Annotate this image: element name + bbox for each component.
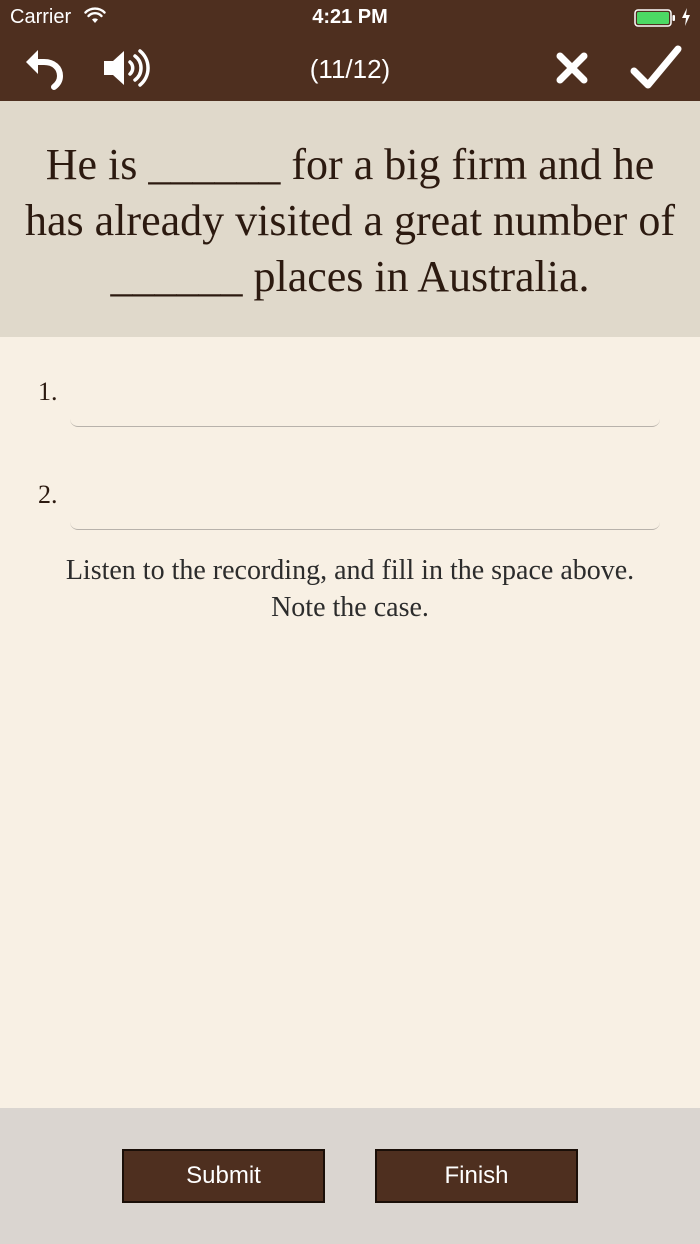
top-bar: Carrier 4:21 PM (11/12) — [0, 0, 700, 101]
answer-row-2: 2. — [0, 440, 700, 530]
answer-row-1: 1. — [0, 337, 700, 427]
question-panel: He is ______ for a big firm and he has a… — [0, 101, 700, 337]
answer-number-2: 2. — [38, 480, 58, 509]
submit-button[interactable]: Submit — [122, 1149, 325, 1203]
answer-input-1[interactable] — [70, 351, 660, 427]
charging-bolt-icon — [682, 8, 690, 26]
instructions-line-2: Note the case. — [271, 592, 429, 623]
check-button[interactable] — [630, 42, 682, 94]
bottom-toolbar: Submit Finish — [0, 1108, 700, 1244]
status-bar: Carrier 4:21 PM — [0, 0, 700, 36]
answer-number-1: 1. — [38, 377, 58, 406]
checkmark-icon — [630, 45, 682, 89]
close-button[interactable] — [546, 42, 598, 94]
close-icon — [556, 52, 588, 84]
navigation-bar: (11/12) — [0, 36, 700, 101]
instructions: Listen to the recording, and fill in the… — [20, 552, 680, 626]
status-time: 4:21 PM — [312, 6, 388, 28]
question-text: He is ______ for a big firm and he has a… — [25, 140, 675, 301]
instructions-line-1: Listen to the recording, and fill in the… — [65, 555, 635, 586]
answer-input-2[interactable] — [70, 454, 660, 530]
battery-icon — [634, 9, 675, 27]
finish-button[interactable]: Finish — [375, 1149, 578, 1203]
